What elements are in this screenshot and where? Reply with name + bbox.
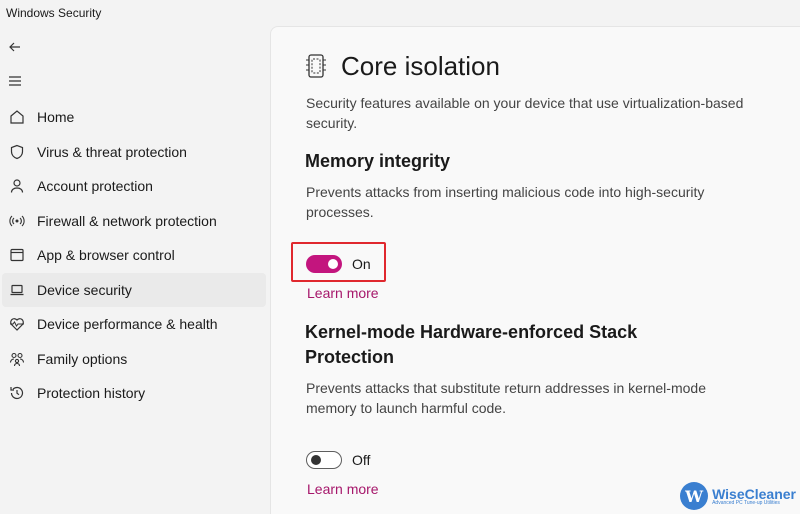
sidebar-item-app-browser-control[interactable]: App & browser control	[2, 238, 266, 273]
watermark-text: WiseCleaner Advanced PC Tune-up Utilitie…	[712, 487, 796, 506]
sidebar-item-account-protection[interactable]: Account protection	[2, 169, 266, 204]
sidebar-item-virus-threat-protection[interactable]: Virus & threat protection	[2, 135, 266, 170]
wifi-antenna-icon	[9, 213, 25, 229]
page-description: Security features available on your devi…	[306, 95, 744, 131]
kernel-stack-protection-title: Kernel-mode Hardware-enforced Stack Prot…	[305, 322, 638, 367]
page-title: Core isolation	[341, 51, 500, 81]
sidebar-item-device-performance-health[interactable]: Device performance & health	[2, 307, 266, 342]
wisecleaner-watermark: W WiseCleaner Advanced PC Tune-up Utilit…	[680, 482, 796, 510]
watermark-name: WiseCleaner	[712, 485, 796, 502]
sidebar-item-label: Virus & threat protection	[37, 143, 187, 160]
back-arrow-icon	[9, 42, 20, 52]
history-icon	[9, 385, 25, 401]
hamburger-icon	[9, 76, 21, 86]
memory-integrity-title: Memory integrity	[305, 151, 451, 171]
sidebar-item-label: App & browser control	[37, 247, 175, 264]
sidebar-item-label: Family options	[37, 350, 128, 367]
memory-integrity-toggle[interactable]	[306, 255, 342, 273]
memory-integrity-toggle-label: On	[352, 256, 371, 272]
back-button[interactable]	[4, 36, 26, 58]
sidebar-item-label: Device security	[37, 281, 132, 298]
person-icon	[9, 178, 25, 194]
sidebar-item-firewall-network-protection[interactable]: Firewall & network protection	[2, 204, 266, 239]
memory-integrity-learn-more-link[interactable]: Learn more	[307, 285, 379, 301]
home-icon	[9, 109, 25, 125]
laptop-icon	[9, 282, 25, 298]
memory-integrity-description: Prevents attacks from inserting maliciou…	[306, 184, 705, 220]
kernel-stack-learn-more-link[interactable]: Learn more	[307, 481, 379, 497]
sidebar-item-label: Protection history	[37, 385, 146, 402]
heart-pulse-icon	[9, 316, 25, 332]
kernel-stack-protection-description: Prevents attacks that substitute return …	[306, 380, 706, 416]
menu-button[interactable]	[4, 70, 26, 92]
shield-icon	[9, 144, 25, 160]
sidebar-item-home[interactable]: Home	[2, 100, 266, 135]
sidebar-item-protection-history[interactable]: Protection history	[2, 376, 266, 411]
sidebar-item-label: Home	[37, 109, 75, 126]
sidebar-item-family-options[interactable]: Family options	[2, 342, 266, 377]
sidebar-item-label: Firewall & network protection	[37, 212, 217, 229]
sidebar-item-label: Account protection	[37, 178, 153, 195]
sidebar: Home Virus & threat protection Account p…	[0, 100, 268, 411]
sidebar-item-device-security[interactable]: Device security	[2, 272, 266, 307]
main-content: Core isolation Security features availab…	[270, 26, 800, 514]
family-icon	[9, 351, 25, 367]
wisecleaner-logo-icon: W	[680, 482, 709, 510]
window-title: Windows Security	[6, 6, 102, 20]
kernel-stack-toggle-label: Off	[352, 452, 371, 468]
sidebar-item-label: Device performance & health	[37, 316, 218, 333]
app-window-icon	[9, 247, 25, 263]
chip-icon	[306, 54, 326, 78]
windows-security-window: Windows Security Home Virus & threat pro…	[0, 0, 800, 514]
kernel-stack-toggle[interactable]	[306, 451, 342, 469]
memory-integrity-toggle-row: On	[306, 255, 371, 273]
kernel-stack-toggle-row: Off	[306, 451, 370, 469]
